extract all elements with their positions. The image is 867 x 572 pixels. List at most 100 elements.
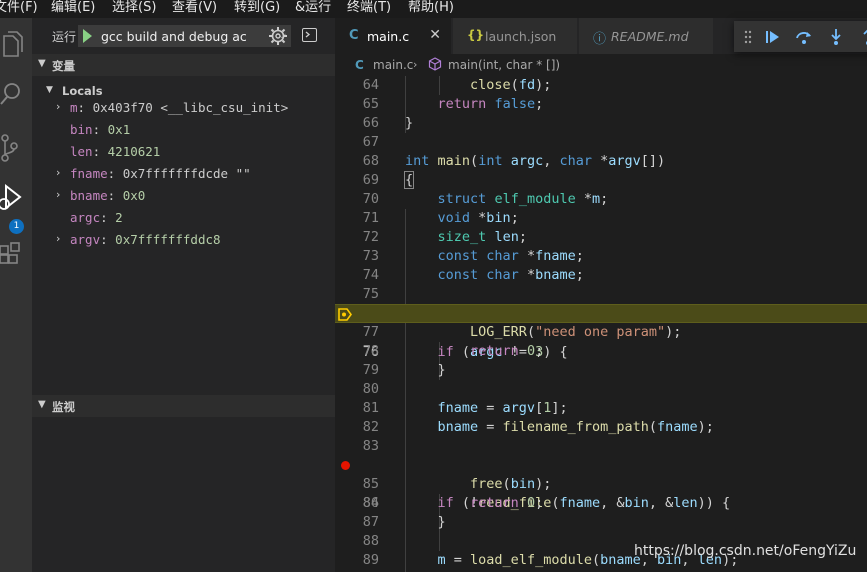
code-line: 80	[362, 381, 379, 397]
code-line: 69{	[362, 171, 415, 189]
search-icon[interactable]	[0, 74, 32, 114]
variable-row-m[interactable]: › m: 0x403f70 <__libc_csu_init>	[56, 98, 331, 118]
tab-label: README.md	[611, 29, 689, 44]
editor-group: C main.c ✕ {} launch.json ⓘ README.md C …	[335, 18, 867, 572]
variable-value: 2	[115, 210, 123, 225]
code-line: 68 int main(int argc, char *argv[])	[362, 153, 666, 169]
tab-launch-json[interactable]: {} launch.json	[453, 18, 578, 54]
explorer-icon[interactable]	[0, 24, 32, 64]
menu-edit[interactable]: 编辑(E)	[51, 0, 95, 18]
code-line: 81 fname = argv[1];	[362, 400, 568, 416]
extensions-icon[interactable]	[0, 230, 32, 270]
variable-value: 0x7fffffffddc8	[115, 232, 221, 247]
continue-icon[interactable]	[763, 27, 783, 47]
current-line-highlight: 76 if (argc != 3) {	[335, 304, 867, 360]
variable-row-bin[interactable]: bin: 0x1	[56, 120, 331, 140]
gear-icon[interactable]	[268, 26, 288, 46]
tab-label: launch.json	[485, 29, 557, 44]
menu-terminal[interactable]: 终端(T)	[347, 0, 391, 18]
variable-value: 0x1	[107, 122, 131, 137]
tab-readme-md[interactable]: ⓘ README.md	[579, 18, 714, 54]
run-label: 运行	[52, 30, 77, 44]
menu-help[interactable]: 帮助(H)	[408, 0, 454, 18]
chevron-right-icon: ›	[56, 188, 61, 201]
variables-section-title: 变量	[52, 59, 75, 73]
code-line: 74 const char *bname;	[362, 267, 584, 283]
watch-section-header[interactable]: ▼ 监视	[32, 395, 335, 417]
code-line: 78 return 0;	[362, 343, 544, 359]
code-line: 83	[362, 438, 379, 454]
variable-name: argc	[70, 210, 101, 225]
close-icon[interactable]: ✕	[429, 27, 441, 43]
locals-label: Locals	[62, 84, 103, 98]
menu-view[interactable]: 查看(V)	[172, 0, 217, 18]
code-line: 79 }	[362, 362, 446, 378]
variable-row-bname[interactable]: › bname: 0x0	[56, 186, 331, 206]
current-frame-arrow-icon[interactable]	[338, 308, 352, 321]
step-into-icon[interactable]	[826, 27, 846, 47]
menu-bar: 文件(F) 编辑(E) 选择(S) 查看(V) 转到(G) &运行 终端(T) …	[0, 0, 867, 18]
code-line: 77 LOG_ERR("need one param");	[362, 324, 682, 340]
variables-section-header[interactable]: ▼ 变量	[32, 54, 335, 76]
chevron-down-icon: ▼	[38, 58, 46, 69]
menu-selection[interactable]: 选择(S)	[112, 0, 156, 18]
c-file-icon: C	[349, 28, 359, 43]
watermark: https://blog.csdn.net/oFengYiZu	[634, 543, 857, 559]
chevron-right-icon: ›	[413, 58, 418, 71]
variable-name: argv	[70, 232, 101, 247]
code-line: 66}	[362, 115, 414, 131]
info-icon: ⓘ	[593, 32, 607, 47]
c-file-icon: C	[355, 58, 364, 72]
menu-go[interactable]: 转到(G)	[234, 0, 280, 18]
variable-name: fname	[70, 166, 108, 181]
code-line: 70 struct elf_module *m;	[362, 191, 609, 207]
chevron-down-icon: ▼	[38, 399, 46, 410]
code-line: 72 size_t len;	[362, 229, 527, 245]
variable-value: 0x7fffffffdcde ""	[122, 166, 251, 181]
code-line: 67	[362, 134, 379, 150]
code-line: 84 if (!read_file(fname, &bin, &len)) {	[335, 456, 867, 511]
code-line: 86 return 0;	[362, 495, 544, 511]
debug-console-icon[interactable]	[302, 28, 317, 42]
step-out-icon[interactable]	[858, 27, 867, 47]
code-line: 73 const char *fname;	[362, 248, 584, 264]
chevron-down-icon: ▼	[46, 85, 53, 95]
launch-config-value: gcc build and debug ac	[101, 29, 247, 44]
json-file-icon: {}	[467, 28, 485, 42]
menu-run[interactable]: &运行	[295, 0, 331, 18]
breadcrumb: C main.c › main(int, char * [])	[335, 54, 867, 76]
code-line: 64 close(fd);	[362, 77, 552, 93]
launch-config-select[interactable]: gcc build and debug ac ⌵	[78, 25, 291, 47]
variable-value: 0x403f70 <__libc_csu_init>	[92, 100, 289, 115]
variable-name: len	[70, 144, 93, 159]
code-line: 85 free(bin);	[362, 476, 552, 492]
code-line: 65 return false;	[362, 96, 544, 112]
code-line: 71 void *bin;	[362, 210, 519, 226]
variable-value: 0x0	[122, 188, 146, 203]
variable-row-argc[interactable]: argc: 2	[56, 208, 331, 228]
breadcrumb-symbol[interactable]: main(int, char * [])	[448, 58, 560, 72]
tab-label: main.c	[367, 29, 410, 44]
start-debug-icon[interactable]	[83, 29, 92, 43]
variable-row-fname[interactable]: › fname: 0x7fffffffdcde ""	[56, 164, 331, 184]
breadcrumb-file[interactable]: main.c	[373, 58, 413, 72]
drag-handle-icon[interactable]	[738, 27, 758, 47]
variable-value: 4210621	[107, 144, 161, 159]
run-toolbar: 运行 gcc build and debug ac ⌵	[32, 18, 335, 54]
variable-name: m	[70, 100, 78, 115]
tab-main-c[interactable]: C main.c ✕	[335, 18, 452, 54]
watch-section-title: 监视	[52, 400, 75, 414]
step-over-icon[interactable]	[794, 27, 814, 47]
run-debug-icon[interactable]	[0, 178, 32, 218]
debug-toolbar	[734, 21, 867, 52]
variable-row-argv[interactable]: › argv: 0x7fffffffddc8	[56, 230, 331, 250]
code-line: 82 bname = filename_from_path(fname);	[362, 419, 714, 435]
variable-name: bin	[70, 122, 93, 137]
menu-file[interactable]: 文件(F)	[0, 0, 38, 18]
variable-row-len[interactable]: len: 4210621	[56, 142, 331, 162]
breakpoint-icon[interactable]	[341, 461, 350, 470]
source-control-icon[interactable]	[0, 128, 32, 168]
activity-bar: 1	[0, 18, 32, 572]
code-line: 75	[362, 286, 379, 302]
code-editor[interactable]: 64 close(fd); 65 return false; 66} 67 68…	[335, 76, 867, 572]
